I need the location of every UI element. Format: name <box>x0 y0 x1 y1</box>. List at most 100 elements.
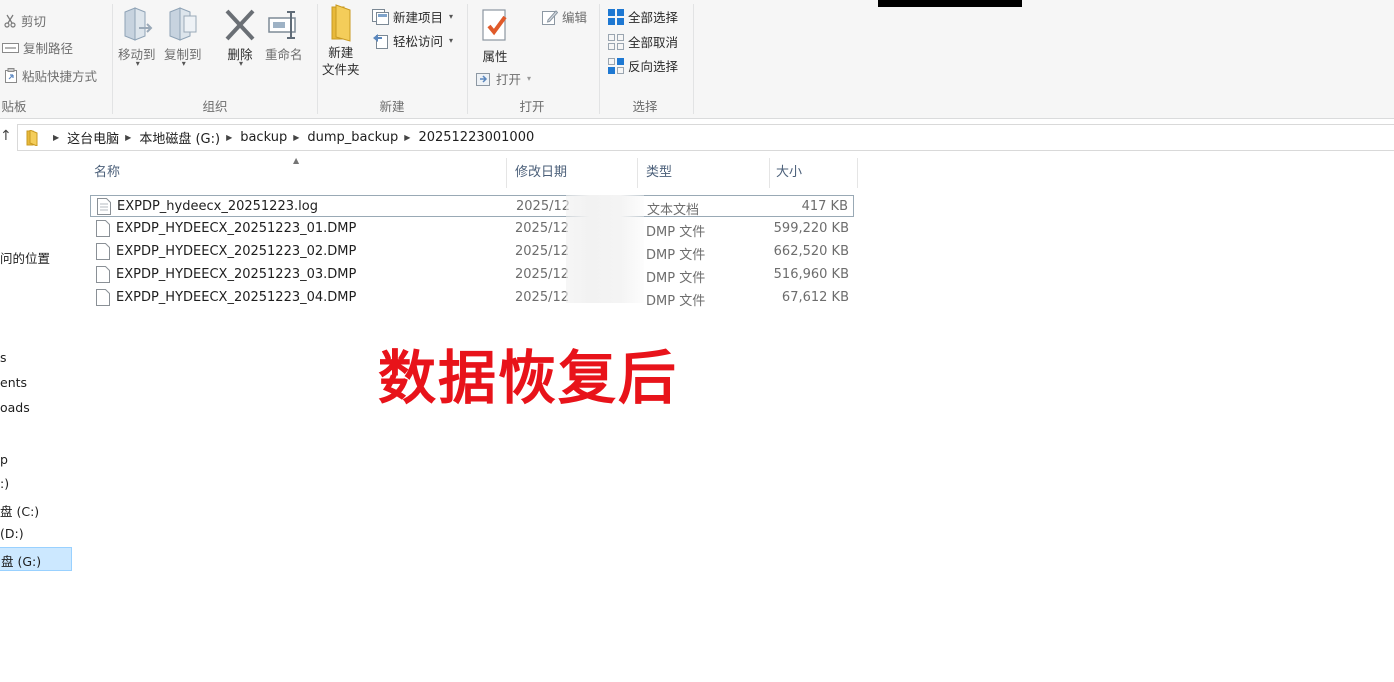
breadcrumb-dump-backup[interactable]: dump_backup <box>307 130 398 145</box>
file-type: DMP 文件 <box>646 271 706 286</box>
new-folder-line2: 文件夹 <box>322 62 360 77</box>
nav-item-downloads[interactable]: oads <box>0 400 30 415</box>
file-row[interactable]: EXPDP_HYDEECX_20251223_01.DMP 2025/12 DM… <box>90 218 854 240</box>
column-divider[interactable] <box>637 158 638 188</box>
nav-item-recent-places[interactable]: 问的位置 <box>0 248 50 267</box>
column-divider[interactable] <box>769 158 770 188</box>
select-all-button[interactable]: 全部选择 <box>608 7 678 26</box>
group-divider <box>693 4 694 114</box>
delete-x-icon <box>225 9 255 41</box>
nav-item-drive-d[interactable]: (D:) <box>0 526 24 541</box>
file-date: 2025/12 <box>516 199 571 214</box>
file-date: 2025/12 <box>515 290 570 305</box>
file-size: 599,220 KB <box>773 221 849 236</box>
column-divider[interactable] <box>857 158 858 188</box>
copy-path-label: 复制路径 <box>23 41 74 56</box>
chevron-right-icon[interactable]: ▶ <box>226 133 232 142</box>
chevron-right-icon[interactable]: ▶ <box>404 133 410 142</box>
open-group-label: 打开 <box>519 99 545 114</box>
generic-file-icon <box>96 266 110 283</box>
file-type: 文本文档 <box>647 203 700 218</box>
chevron-right-icon[interactable]: ▶ <box>125 133 131 142</box>
breadcrumb-this-pc[interactable]: 这台电脑 <box>67 128 119 147</box>
column-header-name[interactable]: 名称 <box>94 158 120 188</box>
new-folder-button[interactable]: 新建 文件夹 <box>322 4 360 78</box>
select-group-label: 选择 <box>632 99 658 114</box>
breadcrumb-backup[interactable]: backup <box>240 130 287 145</box>
nav-item-drive-g-label: 盘 (G:) <box>1 554 42 569</box>
file-row[interactable]: EXPDP_HYDEECX_20251223_02.DMP 2025/12 DM… <box>90 241 854 263</box>
group-divider <box>112 4 113 114</box>
easy-access-label: 轻松访问 <box>393 34 444 49</box>
rename-button[interactable]: 重命名 <box>265 8 303 63</box>
group-divider <box>599 4 600 114</box>
file-name: EXPDP_hydeecx_20251223.log <box>117 199 318 214</box>
file-type: DMP 文件 <box>646 225 706 240</box>
file-size: 662,520 KB <box>773 244 849 259</box>
move-to-icon <box>124 7 153 41</box>
file-row[interactable]: EXPDP_HYDEECX_20251223_04.DMP 2025/12 DM… <box>90 287 854 309</box>
nav-item-drive[interactable]: :) <box>0 476 9 491</box>
breadcrumb-drive-g[interactable]: 本地磁盘 (G:) <box>139 128 220 147</box>
easy-access-button[interactable]: 轻松访问 ▾ <box>372 31 453 50</box>
column-divider[interactable] <box>506 158 507 188</box>
invert-selection-button[interactable]: 反向选择 <box>608 56 678 75</box>
nav-item-drive-g[interactable]: 盘 (G:) <box>0 547 72 571</box>
ribbon: 剪切 复制路径 粘贴快捷方式 贴板 移动到 ▾ 复制到 ▾ 删除 ▾ 重命名 组… <box>0 0 1394 119</box>
nav-item-drive-c[interactable]: 盘 (C:) <box>0 501 39 520</box>
column-header-size[interactable]: 大小 <box>776 158 802 188</box>
invert-selection-label: 反向选择 <box>628 59 679 74</box>
select-none-icon <box>608 33 624 50</box>
rename-label: 重命名 <box>265 47 303 62</box>
new-item-button[interactable]: 新建项目 ▾ <box>372 7 453 26</box>
file-size: 516,960 KB <box>773 267 849 282</box>
paste-shortcut-button[interactable]: 粘贴快捷方式 <box>4 66 97 85</box>
column-header-type[interactable]: 类型 <box>646 158 672 188</box>
breadcrumb-current-folder[interactable]: 20251223001000 <box>418 130 534 145</box>
file-name: EXPDP_HYDEECX_20251223_02.DMP <box>116 244 357 259</box>
nav-item-documents[interactable]: ents <box>0 375 27 390</box>
select-none-button[interactable]: 全部取消 <box>608 32 678 51</box>
nav-item-videos[interactable]: s <box>0 350 7 365</box>
redaction-bar <box>878 0 1022 7</box>
overlay-caption: 数据恢复后 <box>378 344 679 412</box>
chevron-right-icon: ▶ <box>53 133 60 142</box>
edit-button[interactable]: 编辑 <box>542 7 587 26</box>
copy-to-icon <box>169 7 197 41</box>
open-button[interactable]: 打开 ▾ <box>476 69 531 88</box>
copy-path-icon <box>2 43 19 53</box>
generic-file-icon <box>96 243 110 260</box>
delete-button[interactable]: 删除 ▾ <box>224 8 256 68</box>
blurred-time-region <box>566 195 644 303</box>
address-bar[interactable]: ▶ 这台电脑 ▶ 本地磁盘 (G:) ▶ backup ▶ dump_backu… <box>17 124 1394 151</box>
copy-path-button[interactable]: 复制路径 <box>2 38 73 57</box>
move-to-button[interactable]: 移动到 ▾ <box>118 6 156 68</box>
new-item-icon <box>372 8 389 25</box>
scissors-icon <box>4 14 16 28</box>
copy-to-button[interactable]: 复制到 ▾ <box>164 6 202 68</box>
invert-selection-icon <box>608 57 624 74</box>
properties-button[interactable]: 属性 <box>479 8 511 65</box>
generic-file-icon <box>96 220 110 237</box>
text-file-icon <box>97 198 111 215</box>
file-name: EXPDP_HYDEECX_20251223_04.DMP <box>116 290 357 305</box>
group-divider <box>317 4 318 114</box>
easy-access-icon <box>373 33 388 49</box>
file-name: EXPDP_HYDEECX_20251223_03.DMP <box>116 267 357 282</box>
sort-ascending-icon: ▲ <box>293 156 300 165</box>
paste-shortcut-icon <box>5 68 17 83</box>
rename-icon <box>268 11 296 39</box>
clipboard-group-label: 贴板 <box>1 99 27 114</box>
file-row[interactable]: EXPDP_HYDEECX_20251223_03.DMP 2025/12 DM… <box>90 264 854 286</box>
navigation-pane: 问的位置 s ents oads p :) 盘 (C:) (D:) 盘 (G:) <box>0 152 74 682</box>
chevron-right-icon[interactable]: ▶ <box>293 133 299 142</box>
up-arrow-icon[interactable]: ↑ <box>0 128 12 144</box>
nav-item-desktop[interactable]: p <box>0 452 8 467</box>
file-row[interactable]: EXPDP_hydeecx_20251223.log 2025/12 文本文档 … <box>90 195 854 218</box>
column-header-date[interactable]: 修改日期 <box>515 158 567 188</box>
file-type: DMP 文件 <box>646 248 706 263</box>
cut-button[interactable]: 剪切 <box>3 11 46 30</box>
open-icon <box>476 73 490 86</box>
paste-shortcut-label: 粘贴快捷方式 <box>22 69 98 84</box>
file-type: DMP 文件 <box>646 294 706 309</box>
